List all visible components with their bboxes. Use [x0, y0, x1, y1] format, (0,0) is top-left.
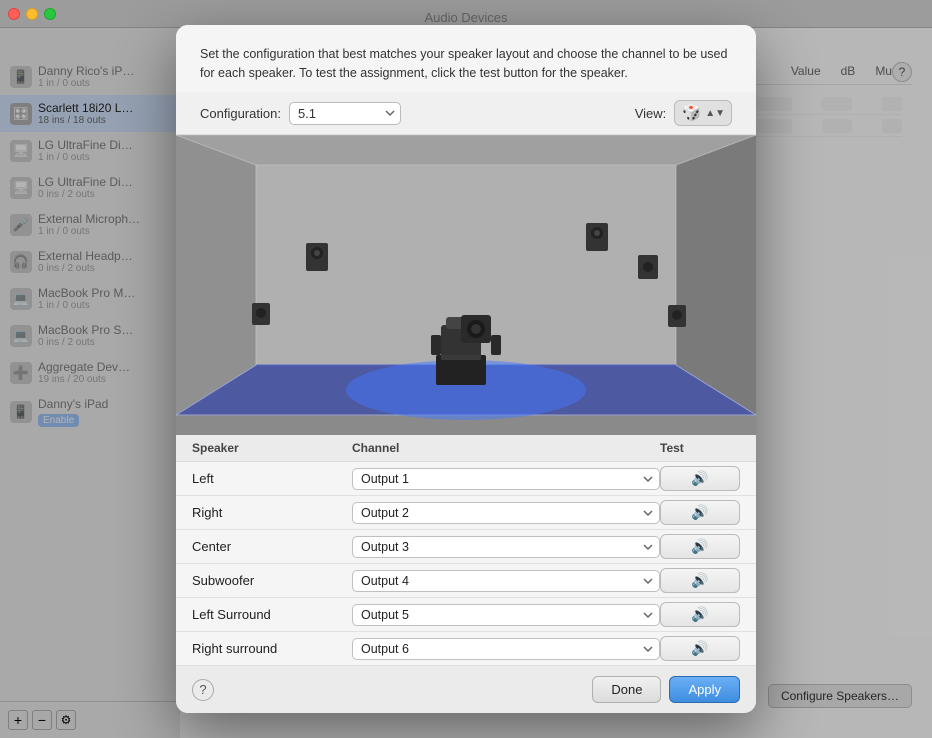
3d-view-icon: 🎲 — [681, 103, 701, 123]
speaker-name-1: Right — [192, 505, 352, 520]
modal-description: Set the configuration that best matches … — [176, 25, 756, 93]
channel-select-3[interactable]: Output 1Output 2Output 3Output 4Output 5… — [352, 570, 660, 592]
channel-col-header: Channel — [352, 441, 660, 455]
channel-select-wrap-0: Output 1Output 2Output 3Output 4Output 5… — [352, 468, 660, 490]
test-button-0[interactable]: 🔊 — [660, 466, 740, 491]
channel-select-wrap-4: Output 1Output 2Output 3Output 4Output 5… — [352, 604, 660, 626]
channel-select-2[interactable]: Output 1Output 2Output 3Output 4Output 5… — [352, 536, 660, 558]
channel-select-1[interactable]: Output 1Output 2Output 3Output 4Output 5… — [352, 502, 660, 524]
speaker-name-0: Left — [192, 471, 352, 486]
speaker-name-5: Right surround — [192, 641, 352, 656]
speaker-row-right-surround: Right surround Output 1Output 2Output 3O… — [176, 632, 756, 665]
test-col-header: Test — [660, 441, 740, 455]
channel-select-wrap-5: Output 1Output 2Output 3Output 4Output 5… — [352, 638, 660, 660]
room-3d-svg — [176, 135, 756, 435]
channel-select-5[interactable]: Output 1Output 2Output 3Output 4Output 5… — [352, 638, 660, 660]
speaker-test-icon-2: 🔊 — [691, 538, 708, 555]
footer-actions: Done Apply — [592, 676, 740, 703]
speaker-row-right: Right Output 1Output 2Output 3Output 4Ou… — [176, 496, 756, 530]
help-button[interactable]: ? — [192, 679, 214, 701]
view-label: View: — [635, 106, 667, 121]
speaker-row-subwoofer: Subwoofer Output 1Output 2Output 3Output… — [176, 564, 756, 598]
speaker-row-left-surround: Left Surround Output 1Output 2Output 3Ou… — [176, 598, 756, 632]
channel-select-0[interactable]: Output 1Output 2Output 3Output 4Output 5… — [352, 468, 660, 490]
table-header: Speaker Channel Test — [176, 435, 756, 462]
speaker-name-2: Center — [192, 539, 352, 554]
maximize-button[interactable] — [44, 8, 56, 20]
modal-overlay: Set the configuration that best matches … — [0, 0, 932, 738]
channel-select-wrap-1: Output 1Output 2Output 3Output 4Output 5… — [352, 502, 660, 524]
channel-select-4[interactable]: Output 1Output 2Output 3Output 4Output 5… — [352, 604, 660, 626]
traffic-lights — [8, 8, 56, 20]
speaker-config-modal: Set the configuration that best matches … — [176, 25, 756, 714]
test-button-3[interactable]: 🔊 — [660, 568, 740, 593]
speaker-table: Speaker Channel Test Left Output 1Output… — [176, 435, 756, 665]
speaker-row-left: Left Output 1Output 2Output 3Output 4Out… — [176, 462, 756, 496]
speaker-test-icon-0: 🔊 — [691, 470, 708, 487]
config-row: Configuration: StereoQuadraphonic5.17.1 … — [176, 92, 756, 135]
test-button-4[interactable]: 🔊 — [660, 602, 740, 627]
minimize-button[interactable] — [26, 8, 38, 20]
close-button[interactable] — [8, 8, 20, 20]
speaker-rows: Left Output 1Output 2Output 3Output 4Out… — [176, 462, 756, 665]
room-visualization — [176, 135, 756, 435]
speaker-test-icon-3: 🔊 — [691, 572, 708, 589]
speaker-name-4: Left Surround — [192, 607, 352, 622]
config-label: Configuration: — [200, 106, 281, 121]
test-button-1[interactable]: 🔊 — [660, 500, 740, 525]
speaker-name-3: Subwoofer — [192, 573, 352, 588]
speaker-test-icon-1: 🔊 — [691, 504, 708, 521]
done-button[interactable]: Done — [592, 676, 661, 703]
configuration-select[interactable]: StereoQuadraphonic5.17.1 — [289, 102, 401, 125]
channel-select-wrap-2: Output 1Output 2Output 3Output 4Output 5… — [352, 536, 660, 558]
test-button-5[interactable]: 🔊 — [660, 636, 740, 661]
channel-select-wrap-3: Output 1Output 2Output 3Output 4Output 5… — [352, 570, 660, 592]
speaker-test-icon-4: 🔊 — [691, 606, 708, 623]
apply-button[interactable]: Apply — [669, 676, 740, 703]
view-control[interactable]: 🎲 ▲▼ — [674, 100, 732, 126]
view-chevron-icon: ▲▼ — [705, 108, 725, 119]
test-button-2[interactable]: 🔊 — [660, 534, 740, 559]
modal-footer: ? Done Apply — [176, 665, 756, 713]
speaker-test-icon-5: 🔊 — [691, 640, 708, 657]
speaker-col-header: Speaker — [192, 441, 352, 455]
speaker-row-center: Center Output 1Output 2Output 3Output 4O… — [176, 530, 756, 564]
